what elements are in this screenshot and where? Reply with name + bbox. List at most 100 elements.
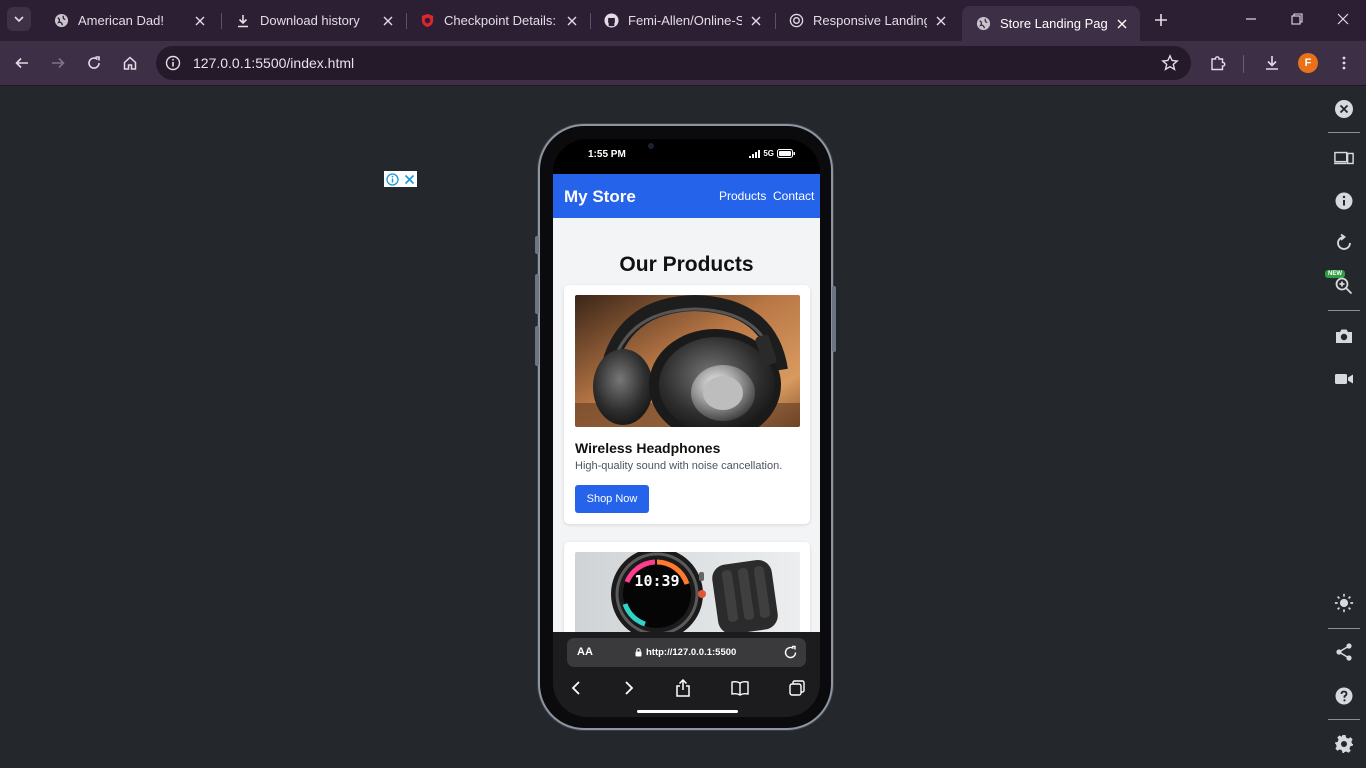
bookmark-star-icon[interactable] (1161, 54, 1179, 72)
tab-responsive-landing[interactable]: Responsive Landing P (775, 6, 959, 35)
safari-forward-button[interactable] (619, 678, 639, 698)
info-button[interactable] (1334, 191, 1354, 211)
tab-title: Checkpoint Details: C (444, 13, 558, 28)
tab-checkpoint-details[interactable]: Checkpoint Details: C (406, 6, 590, 35)
close-icon[interactable] (933, 13, 949, 29)
lock-icon (635, 648, 642, 657)
tab-american-dad[interactable]: American Dad! (40, 6, 218, 35)
tab-strip: American Dad! Download history Checkpoin… (0, 0, 1366, 41)
screenshot-button[interactable] (1334, 326, 1354, 346)
github-icon (603, 13, 619, 29)
safari-url-text: http://127.0.0.1:5500 (646, 647, 737, 658)
share-icon (1336, 643, 1352, 661)
restore-button[interactable] (1286, 8, 1308, 30)
ad-choices-badge[interactable] (384, 171, 417, 187)
openai-icon (788, 13, 804, 29)
network-type: 5G (763, 149, 774, 158)
phone-screen: 1:55 PM 5G My Store Products Contact Our… (553, 139, 820, 717)
minimize-button[interactable] (1240, 8, 1262, 30)
tab-title: Femi-Allen/Online-St (628, 13, 742, 28)
info-icon (1335, 192, 1353, 210)
video-camera-icon (1335, 374, 1353, 384)
close-panel-button[interactable] (1334, 99, 1354, 119)
theme-toggle-button[interactable] (1334, 593, 1354, 613)
share-button[interactable] (1334, 642, 1354, 662)
panel-divider (1328, 310, 1360, 311)
section-title: Our Products (619, 253, 754, 276)
iphone-frame: 1:55 PM 5G My Store Products Contact Our… (535, 124, 836, 730)
browser-toolbar: 127.0.0.1:5500/index.html F (0, 41, 1366, 86)
safari-bookmarks-button[interactable] (730, 678, 750, 698)
site-info-icon[interactable] (164, 54, 182, 72)
url-text: 127.0.0.1:5500/index.html (193, 55, 355, 71)
record-button[interactable] (1334, 369, 1354, 389)
profile-avatar[interactable]: F (1298, 53, 1318, 73)
battery-icon (777, 149, 795, 158)
camera-icon (1336, 329, 1352, 343)
forward-button[interactable] (46, 51, 70, 75)
close-icon[interactable] (192, 13, 208, 29)
tab-title: Responsive Landing P (813, 13, 927, 28)
tab-github-repo[interactable]: Femi-Allen/Online-St (590, 6, 774, 35)
download-icon (235, 13, 251, 29)
store-brand[interactable]: My Store (564, 187, 636, 207)
product-card: 10:39 (564, 542, 810, 632)
power-button (832, 286, 836, 352)
zoom-button[interactable] (1334, 276, 1354, 296)
help-icon (1335, 687, 1353, 705)
tab-title: Download history (260, 13, 360, 28)
ios-status-bar: 1:55 PM 5G (553, 139, 820, 174)
tab-store-landing-page[interactable]: Store Landing Page (962, 6, 1140, 41)
text-size-button[interactable]: AA (577, 646, 593, 658)
settings-button[interactable] (1334, 734, 1354, 754)
arrow-right-icon (52, 57, 65, 69)
nav-link-products[interactable]: Products (719, 189, 766, 203)
safari-reload-icon[interactable] (783, 645, 798, 660)
safari-back-button[interactable] (566, 678, 586, 698)
safari-tabs-button[interactable] (787, 678, 807, 698)
close-icon[interactable] (380, 13, 396, 29)
share-icon (676, 679, 690, 697)
globe-icon (975, 16, 991, 32)
downloads-button[interactable] (1260, 51, 1284, 75)
safari-bottom-bar: AA http://127.0.0.1:5500 (553, 632, 820, 717)
signal-bars-icon (749, 149, 761, 158)
nav-link-contact[interactable]: Contact (773, 189, 814, 203)
home-button[interactable] (118, 51, 142, 75)
close-window-button[interactable] (1332, 8, 1354, 30)
store-landing-page: My Store Products Contact Our Products W… (553, 174, 820, 632)
product-title: Wireless Headphones (575, 440, 721, 456)
tab-search-button[interactable] (7, 7, 31, 31)
devices-icon (1334, 151, 1354, 165)
globe-icon (53, 13, 69, 29)
safari-share-button[interactable] (673, 678, 693, 698)
chevron-down-icon (14, 16, 24, 23)
home-icon (123, 56, 137, 70)
zoom-in-icon (1335, 277, 1353, 295)
plus-icon (1155, 14, 1167, 26)
minimize-icon (1246, 18, 1256, 20)
reload-button[interactable] (82, 51, 106, 75)
status-indicators: 5G (749, 149, 796, 158)
restore-icon (1291, 13, 1303, 25)
ad-close-icon[interactable] (404, 174, 415, 185)
back-button[interactable] (10, 51, 34, 75)
rotate-button[interactable] (1334, 233, 1354, 253)
extensions-button[interactable] (1206, 51, 1230, 75)
close-circle-icon (1335, 100, 1353, 118)
ad-info-icon (386, 172, 399, 186)
close-icon[interactable] (1114, 16, 1130, 32)
shop-now-button[interactable]: Shop Now (575, 485, 649, 513)
browser-menu-button[interactable] (1332, 51, 1356, 75)
close-icon[interactable] (748, 13, 764, 29)
safari-address-bar[interactable]: AA http://127.0.0.1:5500 (567, 638, 806, 667)
tab-download-history[interactable]: Download history (222, 6, 406, 35)
device-toggle-button[interactable] (1334, 148, 1354, 168)
chevron-right-icon (625, 681, 634, 695)
volume-down-button (535, 326, 539, 366)
new-tab-button[interactable] (1150, 9, 1172, 31)
address-bar[interactable]: 127.0.0.1:5500/index.html (156, 46, 1191, 80)
help-button[interactable] (1334, 686, 1354, 706)
close-icon[interactable] (564, 13, 580, 29)
gear-icon (1335, 735, 1353, 753)
